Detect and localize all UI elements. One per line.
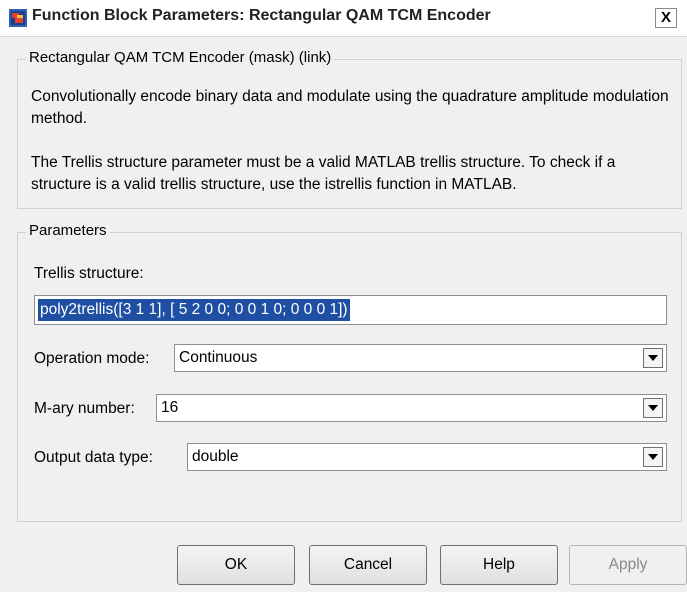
output-data-type-value: double	[192, 448, 239, 465]
chevron-down-icon[interactable]	[643, 348, 663, 368]
chevron-down-icon[interactable]	[643, 447, 663, 467]
mask-description-1: Convolutionally encode binary data and m…	[31, 88, 669, 127]
trellis-structure-value: poly2trellis([3 1 1], [ 5 2 0 0; 0 0 1 0…	[37, 298, 351, 322]
mary-number-label: M-ary number:	[34, 400, 135, 417]
apply-button[interactable]: Apply	[569, 545, 687, 585]
chevron-down-icon[interactable]	[643, 398, 663, 418]
dialog-window: Function Block Parameters: Rectangular Q…	[0, 0, 687, 592]
trellis-structure-label: Trellis structure:	[34, 265, 144, 282]
operation-mode-select[interactable]: Continuous	[174, 344, 667, 372]
cancel-button[interactable]: Cancel	[309, 545, 427, 585]
simulink-block-icon	[9, 9, 27, 27]
mary-number-select[interactable]: 16	[156, 394, 667, 422]
operation-mode-value: Continuous	[179, 349, 258, 366]
ok-button[interactable]: OK	[177, 545, 295, 585]
output-data-type-label: Output data type:	[34, 449, 153, 466]
window-title: Function Block Parameters: Rectangular Q…	[32, 7, 491, 24]
output-data-type-select[interactable]: double	[187, 443, 667, 471]
title-bar[interactable]: Function Block Parameters: Rectangular Q…	[0, 0, 687, 37]
mary-number-value: 16	[161, 399, 179, 416]
help-button[interactable]: Help	[440, 545, 558, 585]
close-button[interactable]: X	[655, 8, 677, 28]
mask-legend: Rectangular QAM TCM Encoder (mask) (link…	[26, 49, 335, 66]
operation-mode-label: Operation mode:	[34, 350, 150, 367]
trellis-structure-input[interactable]: poly2trellis([3 1 1], [ 5 2 0 0; 0 0 1 0…	[34, 295, 667, 325]
parameters-legend: Parameters	[26, 222, 110, 239]
mask-description-2: The Trellis structure parameter must be …	[31, 154, 616, 193]
